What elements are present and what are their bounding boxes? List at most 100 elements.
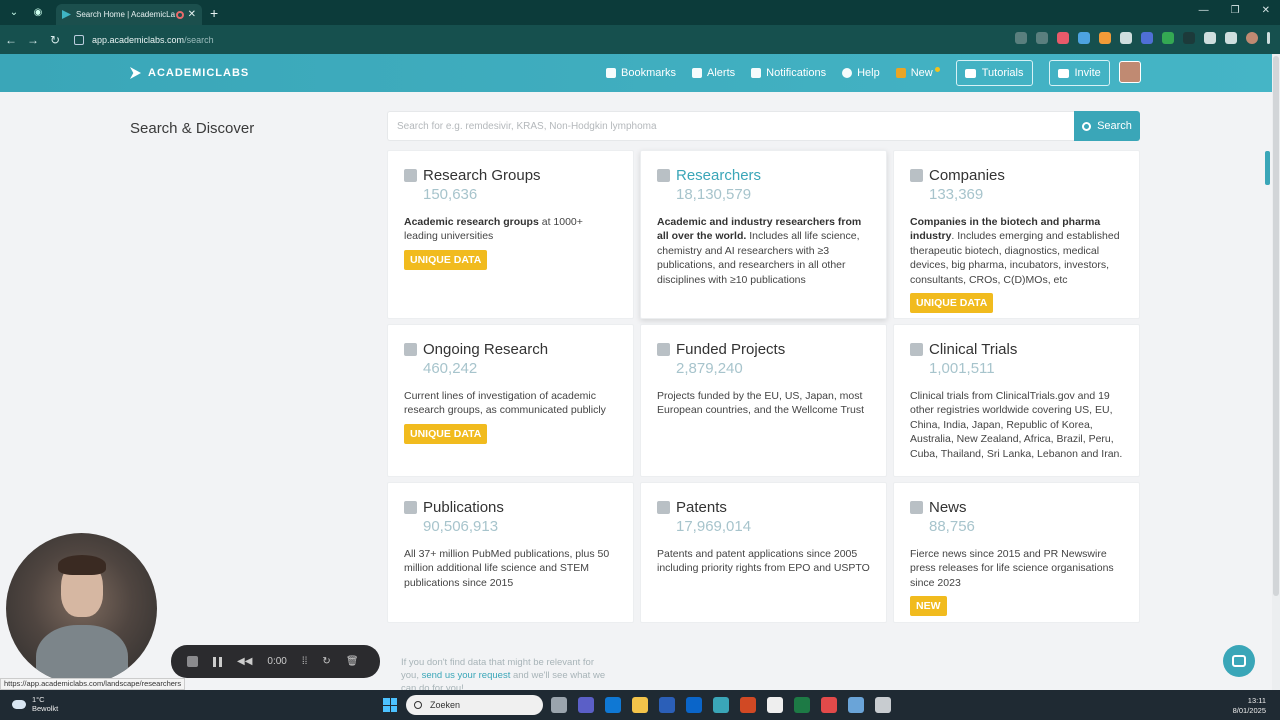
alerts-link[interactable]: Alerts [692, 67, 735, 79]
taskbar-search[interactable]: Zoeken [406, 695, 543, 715]
tutorials-button[interactable]: Tutorials [955, 60, 1033, 86]
search-button[interactable]: Search [1074, 111, 1140, 141]
excel-icon[interactable] [794, 697, 810, 713]
snipping-tool-icon[interactable] [875, 697, 891, 713]
site-info-icon[interactable] [74, 34, 84, 45]
card-description: Current lines of investigation of academ… [404, 389, 617, 418]
restore-icon[interactable]: ❐ [1231, 5, 1240, 16]
lightbulb-icon [657, 501, 670, 514]
rewind-icon[interactable]: ◀◀ [237, 656, 252, 667]
close-tab-icon[interactable]: ✕ [188, 9, 196, 20]
brand-logo[interactable]: ACADEMICLABS [130, 67, 249, 79]
card-description: Academic and industry researchers from a… [657, 215, 870, 287]
puzzle-icon[interactable] [1204, 32, 1216, 44]
outlook-icon[interactable] [605, 697, 621, 713]
search-icon [414, 701, 422, 709]
extension-icon[interactable] [1099, 32, 1111, 44]
photos-icon[interactable] [848, 697, 864, 713]
card-companies[interactable]: Companies 133,369 Companies in the biote… [893, 150, 1140, 319]
app-icon[interactable] [821, 697, 837, 713]
browser-tab[interactable]: Search Home | AcademicLa ✕ [56, 4, 202, 25]
page-scrollbar[interactable] [1272, 54, 1280, 690]
invite-label: Invite [1074, 67, 1101, 79]
windows-start-icon[interactable] [383, 698, 397, 712]
card-researchers[interactable]: Researchers 18,130,579 Academic and indu… [640, 150, 887, 319]
recording-tab-icon[interactable]: ◉ [28, 4, 48, 22]
help-link[interactable]: Help [842, 67, 880, 79]
url-field[interactable]: app.academiclabs.com/search [74, 30, 974, 50]
zoom-icon[interactable] [1015, 32, 1027, 44]
invite-button[interactable]: Invite [1048, 60, 1110, 86]
pocket-icon[interactable] [1057, 32, 1069, 44]
browser-tab-bar: ⌄ ◉ Search Home | AcademicLa ✕ + — ❐ ✕ [0, 0, 1280, 25]
search-input[interactable] [387, 111, 1074, 141]
restart-icon[interactable]: ↻ [322, 656, 330, 667]
close-window-icon[interactable]: ✕ [1262, 5, 1270, 16]
card-ongoing-research[interactable]: Ongoing Research 460,242 Current lines o… [387, 324, 634, 477]
file-explorer-icon[interactable] [632, 697, 648, 713]
reload-icon[interactable]: ↻ [44, 33, 66, 47]
url-path: /search [184, 34, 214, 45]
dollar-icon [657, 343, 670, 356]
stop-icon[interactable] [187, 656, 198, 667]
word-icon[interactable] [659, 697, 675, 713]
star-icon[interactable] [1036, 32, 1048, 44]
back-icon[interactable]: ← [0, 33, 22, 47]
extension-icon[interactable] [1183, 32, 1195, 44]
notifications-link[interactable]: Notifications [751, 67, 826, 79]
card-description: Clinical trials from ClinicalTrials.gov … [910, 389, 1123, 461]
weather-widget[interactable]: 1°C Bewolkt [12, 695, 58, 713]
chrome-icon[interactable] [713, 697, 729, 713]
users-icon [404, 169, 417, 182]
forward-icon[interactable]: → [22, 33, 44, 47]
webcam-person-hair [58, 555, 106, 575]
tutorials-label: Tutorials [981, 67, 1024, 79]
minimize-icon[interactable]: — [1199, 5, 1209, 16]
taskbar-clock[interactable]: 13:11 8/01/2025 [1233, 696, 1266, 716]
clock-date: 8/01/2025 [1232, 706, 1266, 715]
card-description: Projects funded by the EU, US, Japan, mo… [657, 389, 870, 418]
avatar[interactable] [1119, 61, 1141, 83]
card-news[interactable]: News 88,756 Fierce news since 2015 and P… [893, 482, 1140, 623]
card-title: Companies [929, 167, 1005, 184]
weather-condition: Bewolkt [32, 704, 59, 713]
teams-icon[interactable] [578, 697, 594, 713]
bookmarks-link[interactable]: Bookmarks [606, 67, 676, 79]
send-request-link[interactable]: send us your request [422, 670, 511, 681]
task-view-icon[interactable] [551, 697, 567, 713]
profile-icon[interactable] [1246, 32, 1258, 44]
card-title: Clinical Trials [929, 341, 1018, 358]
new-tab-icon[interactable]: + [210, 5, 218, 21]
recorder-time: 0:00 [267, 656, 287, 667]
chat-button[interactable] [1223, 645, 1255, 677]
pause-icon[interactable] [213, 656, 222, 667]
search-button-label: Search [1097, 120, 1132, 132]
document-icon [404, 501, 417, 514]
trash-icon[interactable]: 🗑 [346, 656, 359, 667]
window-controls: — ❐ ✕ [1199, 5, 1270, 16]
card-clinical-trials[interactable]: Clinical Trials 1,001,511 Clinical trial… [893, 324, 1140, 477]
recording-indicator-icon [175, 10, 184, 19]
gift-icon [895, 68, 906, 78]
grid-icon[interactable]: ⁞⁞ [302, 656, 308, 667]
scrollbar-thumb[interactable] [1273, 56, 1279, 596]
menu-icon[interactable] [1225, 32, 1237, 44]
footer-text: you, [401, 670, 422, 681]
powerpoint-icon[interactable] [740, 697, 756, 713]
help-label: Help [857, 67, 880, 79]
more-icon[interactable] [1267, 32, 1270, 44]
notion-icon[interactable] [767, 697, 783, 713]
card-publications[interactable]: Publications 90,506,913 All 37+ million … [387, 482, 634, 623]
card-research-groups[interactable]: Research Groups 150,636 Academic researc… [387, 150, 634, 319]
card-funded-projects[interactable]: Funded Projects 2,879,240 Projects funde… [640, 324, 887, 477]
extension-icon[interactable] [1120, 32, 1132, 44]
outlook-new-icon[interactable] [686, 697, 702, 713]
extension-icon[interactable] [1078, 32, 1090, 44]
tab-menu-icon[interactable]: ⌄ [4, 4, 24, 22]
search-icon [1082, 121, 1092, 131]
card-patents[interactable]: Patents 17,969,014 Patents and patent ap… [640, 482, 887, 623]
extension-icon[interactable] [1162, 32, 1174, 44]
new-link[interactable]: New [895, 66, 940, 79]
extension-icon[interactable] [1141, 32, 1153, 44]
flask-icon [404, 343, 417, 356]
